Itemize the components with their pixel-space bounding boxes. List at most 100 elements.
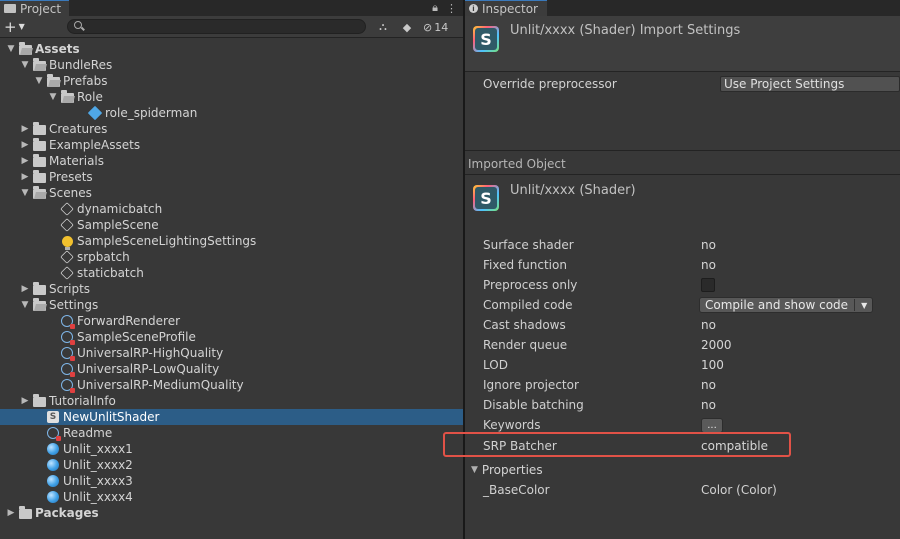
tree-item[interactable]: ▼ BundleRes — [0, 57, 463, 73]
collapse-arrow-icon[interactable]: ▶ — [6, 508, 16, 518]
tree-item[interactable]: ▼ Scenes — [0, 185, 463, 201]
tree-item-label: Materials — [49, 154, 105, 168]
tree-item[interactable]: SampleSceneProfile — [0, 329, 463, 345]
lock-icon[interactable]: 🔒︎ — [432, 1, 438, 15]
property-label: _BaseColor — [483, 483, 550, 497]
chevron-down-icon: ▼ — [471, 465, 478, 475]
tree-item[interactable]: ▶ ExampleAssets — [0, 137, 463, 153]
tree-item[interactable]: Unlit_xxxx3 — [0, 473, 463, 489]
override-preprocessor-value: Use Project Settings — [724, 77, 845, 91]
tree-item[interactable]: dynamicbatch — [0, 201, 463, 217]
collapse-arrow-icon[interactable]: ▶ — [20, 156, 30, 166]
tree-item[interactable]: ▼ Role — [0, 89, 463, 105]
expand-arrow-icon[interactable]: ▼ — [6, 44, 16, 54]
tree-item[interactable]: ▶ Creatures — [0, 121, 463, 137]
property-label: Render queue — [483, 338, 568, 352]
preprocess-only-checkbox[interactable] — [701, 278, 715, 292]
folder-icon — [32, 138, 46, 152]
tab-project[interactable]: Project — [0, 0, 70, 16]
tree-item[interactable]: S NewUnlitShader — [0, 409, 463, 425]
collapse-arrow-icon[interactable]: ▶ — [20, 140, 30, 150]
arrow-spacer — [48, 236, 58, 246]
properties-foldout[interactable]: ▼ Properties — [471, 461, 543, 479]
tree-item-label: ForwardRenderer — [77, 314, 181, 328]
expand-arrow-icon[interactable]: ▼ — [20, 60, 30, 70]
tree-item[interactable]: ▼ Settings — [0, 297, 463, 313]
expand-arrow-icon[interactable]: ▼ — [34, 76, 44, 86]
tree-item[interactable]: ForwardRenderer — [0, 313, 463, 329]
tree-item[interactable]: ▶ Packages — [0, 505, 463, 521]
search-by-type-button[interactable]: ⛬ — [373, 18, 393, 36]
tree-item[interactable]: ▶ Materials — [0, 153, 463, 169]
arrow-spacer — [48, 252, 58, 262]
unity-scene-icon — [60, 218, 74, 232]
unity-scene-icon — [60, 266, 74, 280]
tree-item-label: BundleRes — [49, 58, 113, 72]
tree-item[interactable]: ▶ Presets — [0, 169, 463, 185]
tab-inspector[interactable]: i Inspector — [465, 0, 547, 16]
shader-icon: S — [473, 185, 499, 211]
project-panel: Project 🔒︎ ⋮ + ▼ ⛬ ◆ ⊘ 14 ▼ Assets ▼ Bun… — [0, 0, 463, 539]
expand-arrow-icon[interactable]: ▼ — [48, 92, 58, 102]
tree-item-label: Role — [77, 90, 103, 104]
more-options-icon[interactable]: ⋮ — [446, 2, 457, 15]
info-icon: i — [469, 4, 478, 13]
expand-arrow-icon[interactable]: ▼ — [20, 188, 30, 198]
tree-item[interactable]: Unlit_xxxx1 — [0, 441, 463, 457]
tree-item[interactable]: SampleSceneLightingSettings — [0, 233, 463, 250]
tree-item[interactable]: SampleScene — [0, 217, 463, 233]
arrow-spacer — [48, 204, 58, 214]
tree-item[interactable]: Unlit_xxxx2 — [0, 457, 463, 473]
tree-item[interactable]: Readme — [0, 425, 463, 441]
tree-item[interactable]: srpbatch — [0, 249, 463, 265]
tree-item[interactable]: UniversalRP-MediumQuality — [0, 377, 463, 393]
folder-icon — [32, 170, 46, 184]
property-label: Keywords — [483, 418, 541, 432]
property-value: no — [701, 238, 716, 252]
property-row: Preprocess only — [483, 275, 900, 295]
property-row: LOD 100 — [483, 355, 900, 375]
tree-item-label: Prefabs — [63, 74, 108, 88]
import-settings-header: S Unlit/xxxx (Shader) Import Settings — [465, 16, 900, 72]
lightbulb-icon — [60, 234, 74, 250]
prefab-cube-icon — [87, 105, 103, 121]
tree-item[interactable]: staticbatch — [0, 265, 463, 281]
tree-item[interactable]: ▶ TutorialInfo — [0, 393, 463, 409]
collapse-arrow-icon[interactable]: ▶ — [20, 284, 30, 294]
collapse-arrow-icon[interactable]: ▶ — [20, 396, 30, 406]
compile-and-show-code-button[interactable]: Compile and show code ▼ — [699, 297, 874, 313]
property-value: 100 — [701, 358, 724, 372]
tree-item-label: Unlit_xxxx4 — [63, 490, 133, 504]
tree-item[interactable]: ▶ Scripts — [0, 281, 463, 297]
collapse-arrow-icon[interactable]: ▶ — [20, 172, 30, 182]
tree-item[interactable]: ▼ Assets — [0, 41, 463, 57]
tree-item-label: UniversalRP-HighQuality — [77, 346, 224, 360]
override-preprocessor-dropdown[interactable]: Use Project Settings — [720, 76, 900, 92]
header-title: Unlit/xxxx (Shader) Import Settings — [510, 23, 741, 38]
property-row: _BaseColor Color (Color) — [483, 480, 900, 500]
tree-item-label: Presets — [49, 170, 93, 184]
tree-item[interactable]: role_spiderman — [0, 105, 463, 121]
material-sphere-icon — [46, 442, 60, 456]
tag-icon: ◆ — [402, 20, 412, 34]
expand-arrow-icon[interactable]: ▼ — [20, 300, 30, 310]
project-tabbar: Project 🔒︎ ⋮ — [0, 0, 463, 16]
tree-item[interactable]: UniversalRP-HighQuality — [0, 345, 463, 361]
folder-icon — [4, 4, 16, 13]
toolbar-icons: ⛬ ◆ ⊘ 14 — [373, 18, 459, 36]
folder-icon — [32, 394, 46, 408]
tree-item-label: SampleScene — [77, 218, 159, 232]
create-button[interactable]: + ▼ — [4, 18, 34, 36]
search-by-label-button[interactable]: ◆ — [397, 18, 417, 36]
chevron-down-icon[interactable]: ▼ — [861, 301, 867, 310]
keywords-button[interactable]: ... — [701, 417, 723, 433]
tree-item[interactable]: UniversalRP-LowQuality — [0, 361, 463, 377]
hidden-packages-toggle[interactable]: ⊘ 14 — [421, 18, 459, 36]
property-row: Disable batching no — [483, 395, 900, 415]
tree-item[interactable]: Unlit_xxxx4 — [0, 489, 463, 505]
tree-item[interactable]: ▼ Prefabs — [0, 73, 463, 89]
properties-foldout-label: Properties — [481, 463, 543, 477]
collapse-arrow-icon[interactable]: ▶ — [20, 124, 30, 134]
search-input[interactable] — [67, 19, 366, 34]
tree-item-label: UniversalRP-LowQuality — [77, 362, 220, 376]
